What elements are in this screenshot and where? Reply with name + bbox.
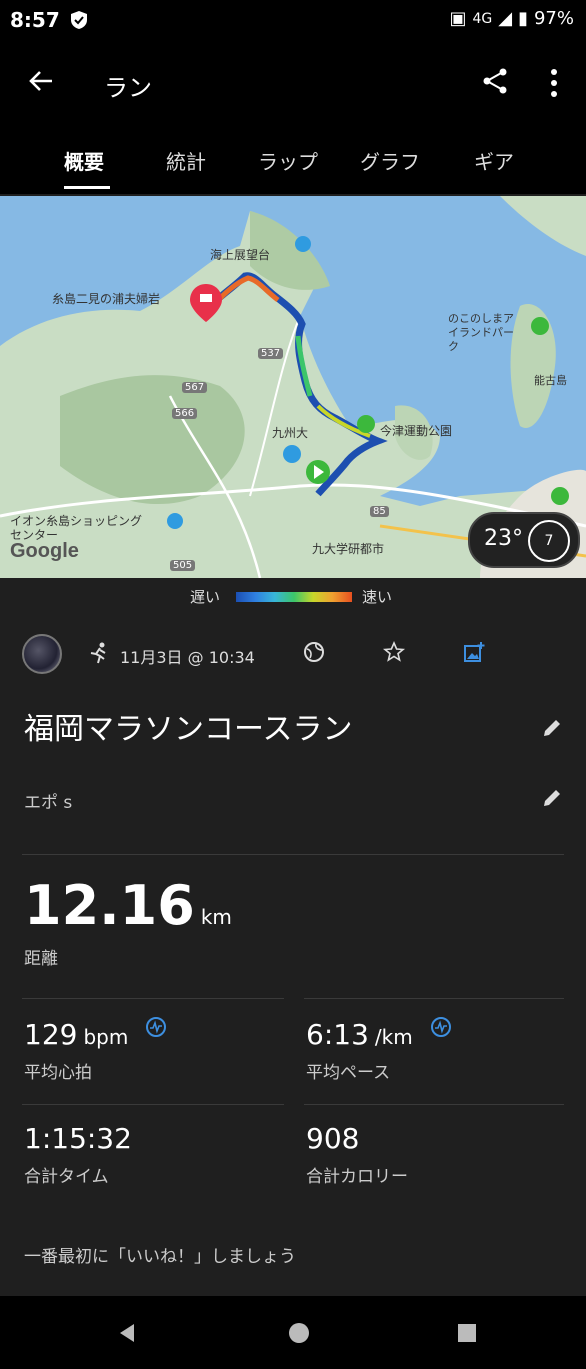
google-logo: Google: [10, 540, 79, 562]
activity-meta: 11月3日 @ 10:34: [0, 620, 586, 684]
battery-icon: ▮: [518, 8, 528, 29]
tab-laps[interactable]: ラップ: [258, 146, 318, 175]
training-effect-icon: [430, 1017, 451, 1037]
shield-icon: [71, 11, 87, 29]
device-name: エポ s: [24, 793, 73, 813]
divider: [22, 854, 564, 855]
heart-rate-value: 129: [24, 1018, 78, 1051]
back-arrow-icon[interactable]: [26, 66, 56, 96]
road-number: 567: [182, 382, 208, 393]
divider: [304, 998, 564, 999]
nav-home-icon[interactable]: [286, 1320, 312, 1346]
pace-stat: 6:13/km: [306, 1016, 452, 1051]
map-label-observatory: 海上展望台: [210, 248, 271, 262]
heart-rate-label: 平均心拍: [24, 1063, 92, 1083]
divider: [22, 998, 284, 999]
activity-title: 福岡マラソンコースラン: [24, 712, 353, 747]
nav-recents-icon[interactable]: [454, 1320, 480, 1346]
heart-rate-unit: bpm: [83, 1025, 129, 1049]
running-icon: [90, 642, 106, 664]
system-nav-bar: [0, 1296, 586, 1369]
nav-back-icon[interactable]: [114, 1320, 140, 1346]
signal-icon: ◢: [498, 8, 513, 29]
vibrate-icon: ▣: [449, 8, 467, 29]
training-effect-icon: [146, 1017, 167, 1037]
map-label-nokonoshima: 能古島: [534, 374, 567, 387]
edit-description-pencil-icon[interactable]: [540, 786, 564, 810]
map-label-futaminoura: 糸島二見の浦夫婦岩: [52, 292, 161, 306]
tab-graph[interactable]: グラフ: [360, 146, 420, 175]
pace-gradient-bar: [236, 592, 352, 602]
tab-overview[interactable]: 概要: [64, 146, 104, 175]
calories-label: 合計カロリー: [306, 1167, 408, 1187]
map-label-kenkyutoshi: 九大学研都市: [312, 542, 385, 556]
road-number: 505: [170, 560, 196, 571]
distance-value: 12.16: [24, 874, 195, 937]
road-number: 566: [172, 408, 198, 419]
pace-unit: /km: [374, 1025, 413, 1049]
more-vert-icon[interactable]: [542, 66, 566, 100]
road-number: 85: [370, 506, 389, 517]
legend-fast-label: 速い: [362, 588, 393, 606]
add-photo-icon[interactable]: [462, 640, 486, 664]
pace-label: 平均ペース: [306, 1063, 391, 1083]
status-time: 8:57: [10, 8, 60, 32]
divider: [22, 1104, 284, 1105]
weather-temperature: 23°: [484, 526, 523, 551]
page-title: ラン: [104, 74, 152, 102]
app-bar: ラン: [0, 44, 586, 122]
battery-level: 97%: [533, 8, 574, 29]
globe-icon[interactable]: [302, 640, 326, 664]
map-label-imazu-park: 今津運動公園: [380, 424, 453, 438]
tab-bar: 概要 統計 ラップ グラフ ギア: [0, 122, 586, 194]
map-label-aeon: イオン糸島ショッピングセンター: [10, 514, 143, 542]
network-label: 4G: [472, 10, 493, 27]
calories-value: 908: [306, 1122, 360, 1155]
heart-rate-stat: 129 bpm: [24, 1016, 167, 1051]
star-icon[interactable]: [382, 640, 406, 664]
avatar[interactable]: [22, 634, 62, 674]
tab-stats[interactable]: 統計: [166, 146, 206, 175]
legend-slow-label: 遅い: [190, 588, 221, 606]
wind-speed: 7: [528, 520, 570, 562]
activity-date: 11月3日 @ 10:34: [120, 648, 255, 667]
edit-title-pencil-icon[interactable]: [540, 716, 564, 740]
status-right: ▣ 4G ◢ ▮ 97%: [449, 8, 574, 29]
tab-gear[interactable]: ギア: [474, 146, 514, 175]
distance-unit: km: [200, 905, 232, 929]
map-label-island-park: のこのしまアイランドパーク: [448, 312, 514, 353]
road-number: 537: [258, 348, 284, 359]
pace-legend: 遅い 速い: [0, 578, 586, 614]
tab-indicator: [64, 186, 110, 189]
pace-value: 6:13: [306, 1018, 369, 1051]
like-prompt[interactable]: 一番最初に「いいね！」しましょう: [24, 1242, 296, 1267]
status-bar: 8:57 ▣ 4G ◢ ▮ 97%: [0, 0, 586, 44]
distance-label: 距離: [24, 949, 58, 969]
time-value: 1:15:32: [24, 1122, 132, 1155]
distance-stat: 12.16 km: [24, 874, 232, 937]
weather-badge: 23° 7: [468, 512, 580, 568]
share-icon[interactable]: [480, 66, 510, 96]
map-label-kyushu-univ: 九州大: [272, 426, 309, 440]
time-label: 合計タイム: [24, 1167, 109, 1187]
divider: [304, 1104, 564, 1105]
